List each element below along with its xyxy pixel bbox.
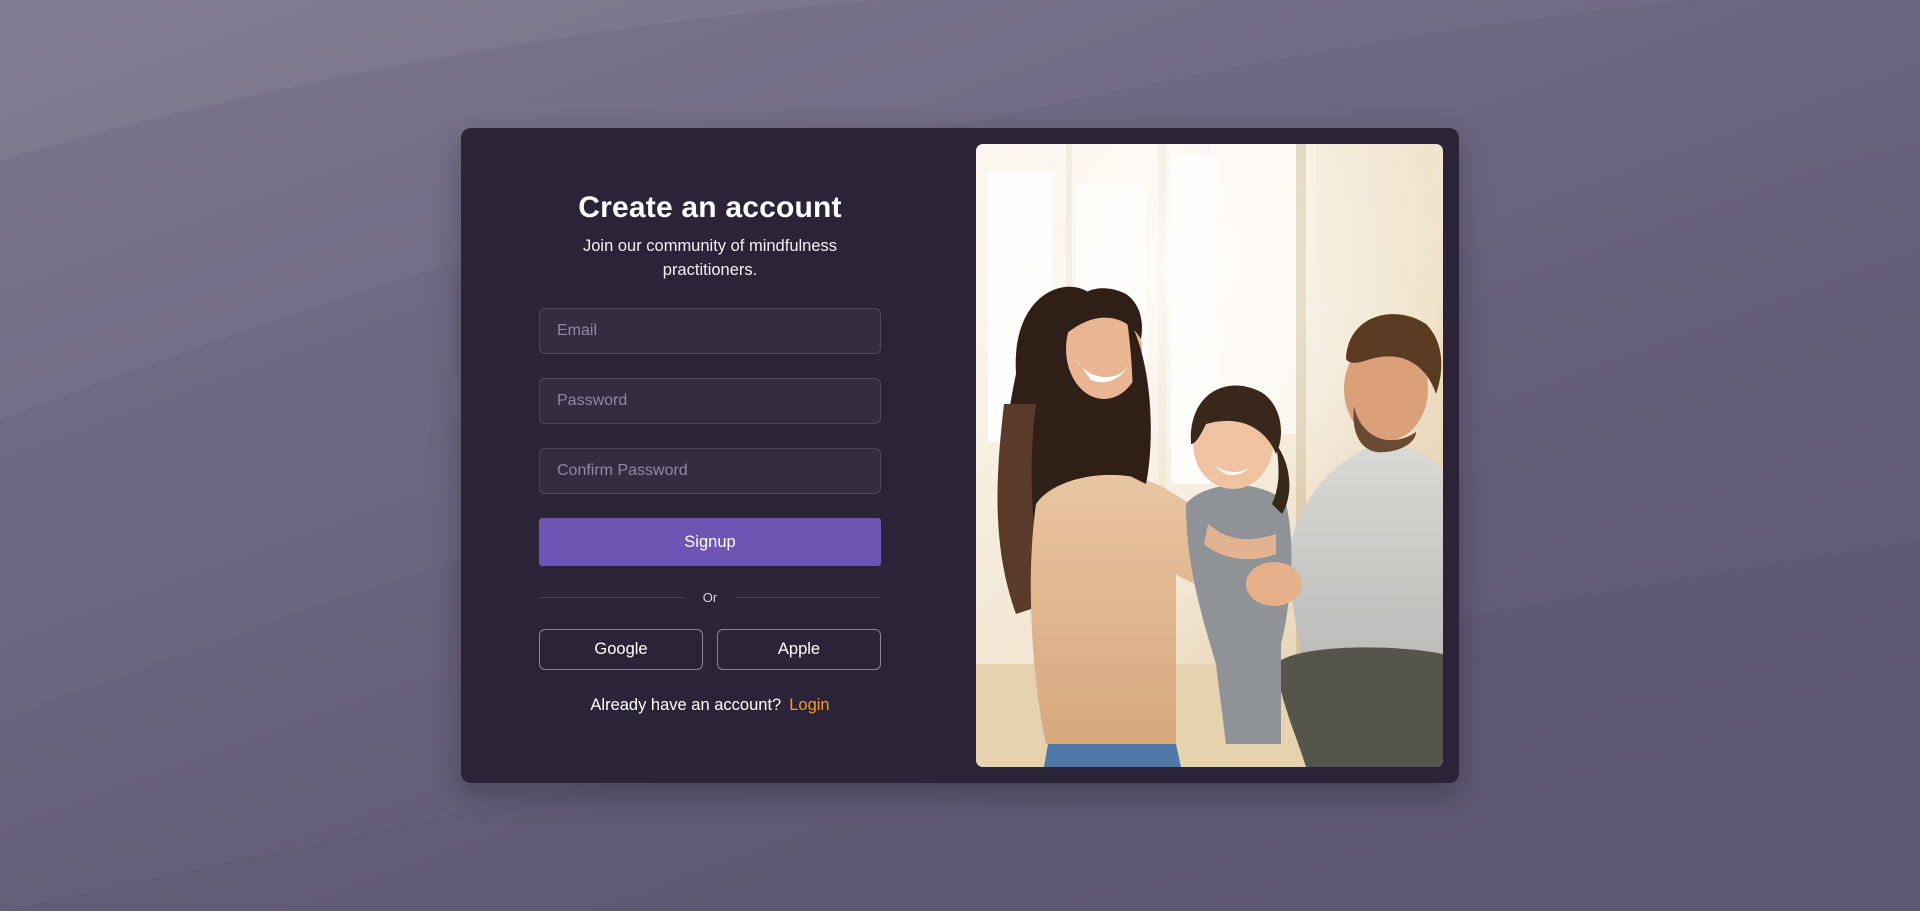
signup-form: Create an account Join our community of …	[539, 128, 882, 783]
google-button[interactable]: Google	[539, 629, 703, 670]
login-prompt-row: Already have an account? Login	[590, 696, 829, 715]
page-title: Create an account	[578, 191, 842, 224]
or-divider: Or	[539, 590, 882, 605]
apple-button[interactable]: Apple	[717, 629, 881, 670]
divider-line-left	[539, 597, 685, 598]
email-field[interactable]	[539, 308, 881, 354]
login-prompt: Already have an account?	[590, 696, 782, 714]
signup-button[interactable]: Signup	[539, 518, 881, 566]
confirm-password-field[interactable]	[539, 448, 881, 494]
password-field[interactable]	[539, 378, 881, 424]
login-link[interactable]: Login	[789, 696, 829, 715]
divider-label: Or	[702, 590, 718, 605]
social-login-row: Google Apple	[539, 629, 881, 670]
divider-line-right	[735, 597, 882, 598]
hero-image	[976, 144, 1443, 767]
signup-card: Create an account Join our community of …	[461, 128, 1459, 783]
page-subtitle: Join our community of mindfulness practi…	[582, 237, 838, 279]
